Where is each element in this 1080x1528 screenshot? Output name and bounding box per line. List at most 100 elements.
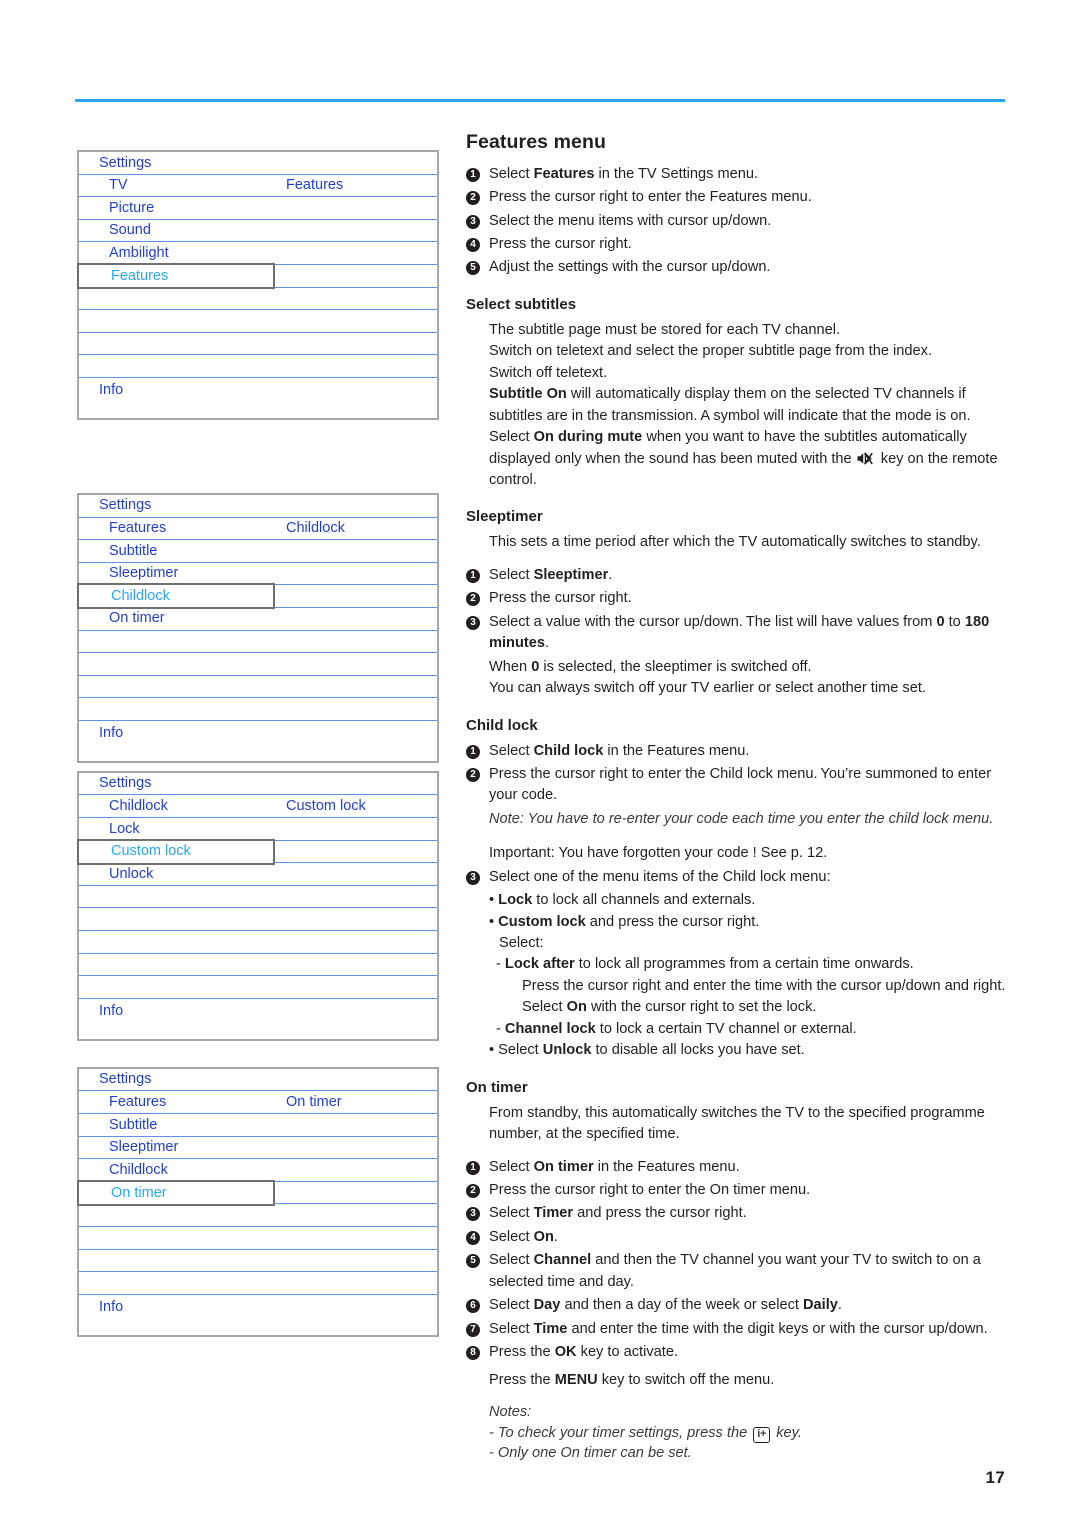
osd-row[interactable]: On timer — [79, 608, 437, 631]
section-heading-select-subtitles: Select subtitles — [466, 295, 577, 313]
paragraph: Select On during mute when you want to h… — [489, 429, 998, 488]
step-item: 2 Press the cursor right to enter the Ch… — [466, 764, 1012, 807]
step-number-icon: 5 — [466, 1254, 480, 1269]
step-number-icon: 3 — [466, 1207, 480, 1222]
step-item: 4 Press the cursor right. — [466, 234, 1012, 255]
osd-row[interactable]: Features Childlock — [79, 518, 437, 541]
step-text: Select Sleeptimer. — [489, 566, 613, 583]
osd-row-value: Childlock — [286, 520, 345, 537]
osd-row-blank — [79, 1272, 437, 1295]
bullet-item: • Custom lock and press the cursor right… — [489, 913, 760, 930]
bullet-item: • Select Unlock to disable all locks you… — [489, 1042, 805, 1059]
osd-row-label: Unlock — [109, 865, 154, 882]
osd-row-selected[interactable]: Childlock — [77, 583, 437, 610]
osd-row[interactable]: Features On timer — [79, 1091, 437, 1114]
step-item: 1 Select Child lock in the Features menu… — [466, 741, 1012, 762]
section-heading-child-lock: Child lock — [466, 716, 538, 734]
osd-row-blank — [79, 333, 437, 356]
step-number-icon: 2 — [466, 191, 480, 206]
osd-row[interactable]: Subtitle — [79, 1114, 437, 1137]
step-text: Select On timer in the Features menu. — [489, 1158, 740, 1175]
bullet-item: • Lock to lock all channels and external… — [489, 892, 756, 909]
osd-row-selected[interactable]: Custom lock — [77, 838, 437, 865]
osd-info-row: Info — [79, 999, 437, 1039]
step-text: Select a value with the cursor up/down. … — [489, 613, 990, 652]
step-text: Press the OK key to activate. — [489, 1344, 678, 1361]
osd-row[interactable]: Unlock — [79, 863, 437, 886]
step-item: 5 Select Channel and then the TV channel… — [466, 1250, 1012, 1293]
step-text: Select Channel and then the TV channel y… — [489, 1252, 981, 1290]
osd-row-blank — [79, 653, 437, 676]
osd-row-label: On timer — [111, 1184, 167, 1201]
paragraph: This sets a time period after which the … — [489, 534, 981, 551]
osd-row-blank — [79, 631, 437, 654]
osd-info-label: Info — [99, 1002, 124, 1019]
osd-row-blank — [79, 931, 437, 954]
osd-row-label: Lock — [109, 820, 140, 837]
step-text: Press the cursor right. — [489, 590, 632, 607]
step-item: 1 Select On timer in the Features menu. — [466, 1157, 1012, 1178]
step-item: 6 Select Day and then a day of the week … — [466, 1295, 1012, 1316]
osd-row-label: TV — [109, 177, 128, 194]
osd-row[interactable]: Sleeptimer — [79, 1137, 437, 1160]
osd-row-value: Features — [286, 177, 344, 194]
osd-row-label: Childlock — [109, 1161, 168, 1178]
osd-selection-box: Custom lock — [77, 838, 275, 865]
child-lock-bullets: • Lock to lock all channels and external… — [489, 890, 1012, 1062]
osd-title: Settings — [99, 775, 152, 792]
osd-row-blank — [79, 1250, 437, 1273]
step-number-icon: 1 — [466, 167, 480, 182]
osd-row[interactable]: Sound — [79, 220, 437, 243]
osd-row[interactable]: Lock — [79, 818, 437, 841]
step-text: Press the cursor right. — [489, 235, 632, 252]
osd-mockups-column: Settings TV Features Picture Sound Ambil… — [77, 150, 439, 1337]
step-text: Select Features in the TV Settings menu. — [489, 165, 759, 182]
features-menu-osd: Settings TV Features Picture Sound Ambil… — [77, 150, 439, 420]
step-number-icon: 4 — [466, 237, 480, 252]
osd-info-row: Info — [79, 378, 437, 418]
osd-title: Settings — [99, 1071, 152, 1088]
step-number-icon: 2 — [466, 592, 480, 607]
step-item: 3 Select Timer and press the cursor righ… — [466, 1203, 1012, 1224]
step-item: 1 Select Features in the TV Settings men… — [466, 164, 1012, 185]
step-text: Select Time and enter the time with the … — [489, 1320, 988, 1337]
osd-row-label: Childlock — [109, 798, 168, 815]
childlock-menu-osd: Settings Features Childlock Subtitle Sle… — [77, 492, 439, 763]
osd-row-label: Features — [111, 267, 169, 284]
osd-row[interactable]: Picture — [79, 197, 437, 220]
osd-info-label: Info — [99, 381, 124, 398]
step-item: 3 Select the menu items with cursor up/d… — [466, 211, 1012, 232]
step-text: Select the menu items with cursor up/dow… — [489, 212, 772, 229]
info-plus-key-icon: i+ — [753, 1426, 771, 1443]
osd-row[interactable]: Ambilight — [79, 242, 437, 265]
osd-row-label: Sleeptimer — [109, 1139, 179, 1156]
step-text: Press the cursor right to enter the On t… — [489, 1182, 811, 1199]
step-number-icon: 1 — [466, 1160, 480, 1175]
osd-row-label: Custom lock — [111, 843, 191, 860]
step-number-icon: 7 — [466, 1322, 480, 1337]
bullet-item: - Channel lock to lock a certain TV chan… — [496, 1020, 857, 1037]
note-text: Note: You have to re-enter your code eac… — [489, 810, 994, 827]
osd-row-blank — [79, 1227, 437, 1250]
osd-row-label: Features — [109, 520, 167, 537]
osd-row[interactable]: Childlock Custom lock — [79, 795, 437, 819]
osd-row-label: Features — [109, 1093, 167, 1110]
osd-row[interactable]: Childlock — [79, 1159, 437, 1182]
osd-row[interactable]: Sleeptimer — [79, 563, 437, 586]
osd-row-selected[interactable]: Features — [77, 262, 437, 289]
osd-row-label: Subtitle — [109, 542, 158, 559]
osd-row-blank — [79, 886, 437, 909]
osd-row-selected[interactable]: On timer — [77, 1179, 437, 1206]
step-item: 3 Select one of the menu items of the Ch… — [466, 867, 1012, 888]
osd-row[interactable]: TV Features — [79, 175, 437, 198]
step-number-icon: 1 — [466, 568, 480, 583]
step-item: 5 Adjust the settings with the cursor up… — [466, 257, 1012, 278]
osd-row-blank — [79, 310, 437, 333]
step-item: 2 Press the cursor right. — [466, 588, 1012, 609]
step-number-icon: 3 — [466, 870, 480, 885]
step-item: 1 Select Sleeptimer. — [466, 565, 1012, 586]
osd-title: Settings — [99, 154, 152, 171]
osd-row[interactable]: Subtitle — [79, 540, 437, 563]
notes-label: Notes: — [489, 1403, 532, 1420]
